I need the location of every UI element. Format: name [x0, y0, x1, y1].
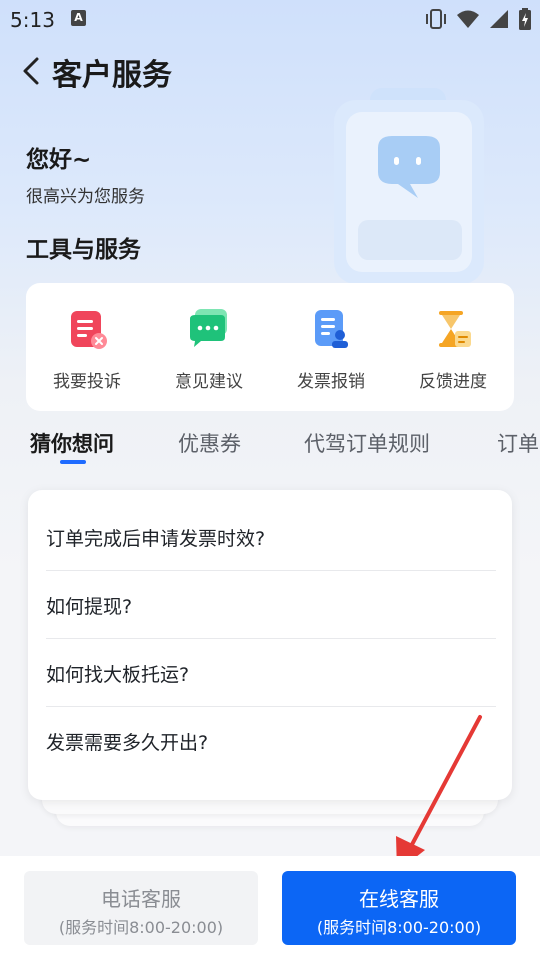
complaint-icon [71, 311, 107, 349]
back-button[interactable] [16, 54, 46, 88]
phone-service-label: 电话客服 [101, 887, 181, 911]
wifi-icon [457, 10, 479, 28]
tools-card: 我要投诉 意见建议 发票报销 反馈进度 [26, 283, 514, 411]
phone-service-button[interactable]: 电话客服 (服务时间8:00-20:00) [24, 871, 258, 945]
tool-progress[interactable]: 反馈进度 [392, 283, 514, 411]
tool-invoice[interactable]: 发票报销 [270, 283, 392, 411]
tool-feedback[interactable]: 意见建议 [148, 283, 270, 411]
tab-driver-order-rules[interactable]: 代驾订单规则 [304, 428, 430, 458]
online-service-button[interactable]: 在线客服 (服务时间8:00-20:00) [282, 871, 516, 945]
status-icons [424, 7, 532, 31]
cellular-icon [490, 10, 508, 28]
page-title: 客户服务 [52, 58, 172, 93]
phone-service-hours: (服务时间8:00-20:00) [58, 918, 224, 937]
tool-label: 发票报销 [297, 372, 365, 392]
tab-guess[interactable]: 猜你想问 [30, 428, 114, 458]
online-service-hours: (服务时间8:00-20:00) [316, 918, 482, 937]
status-bar: 5:13 A [0, 0, 540, 40]
a-icon: A [71, 10, 86, 26]
hourglass-icon [439, 311, 471, 347]
bottom-action-bar: 电话客服 (服务时间8:00-20:00) 在线客服 (服务时间8:00-20:… [0, 856, 540, 960]
tool-complaint[interactable]: 我要投诉 [26, 283, 148, 411]
status-time: 5:13 [10, 8, 55, 32]
faq-item[interactable]: 订单完成后申请发票时效? [46, 503, 496, 571]
tool-label: 我要投诉 [53, 372, 121, 392]
vibrate-icon [426, 9, 446, 29]
online-service-label: 在线客服 [359, 887, 439, 911]
faq-card: 订单完成后申请发票时效? 如何提现? 如何找大板托运? 发票需要多久开出? [28, 490, 512, 800]
chevron-left-icon [23, 57, 39, 85]
battery-charging-icon [519, 8, 531, 30]
greeting-subtitle: 很高兴为您服务 [26, 187, 145, 207]
tools-section-title: 工具与服务 [26, 237, 141, 263]
faq-item[interactable]: 如何提现? [46, 571, 496, 639]
faq-item[interactable]: 发票需要多久开出? [46, 707, 496, 775]
tool-label: 反馈进度 [419, 372, 487, 392]
feedback-icon [190, 309, 227, 347]
active-tab-indicator [60, 460, 86, 464]
tool-label: 意见建议 [175, 372, 243, 392]
invoice-icon [315, 310, 348, 348]
tab-orders[interactable]: 订单 [497, 428, 539, 458]
greeting-text: 您好~ [26, 147, 92, 173]
chat-bubble-icon [334, 88, 484, 284]
faq-item[interactable]: 如何找大板托运? [46, 639, 496, 707]
tab-coupons[interactable]: 优惠券 [178, 428, 241, 458]
